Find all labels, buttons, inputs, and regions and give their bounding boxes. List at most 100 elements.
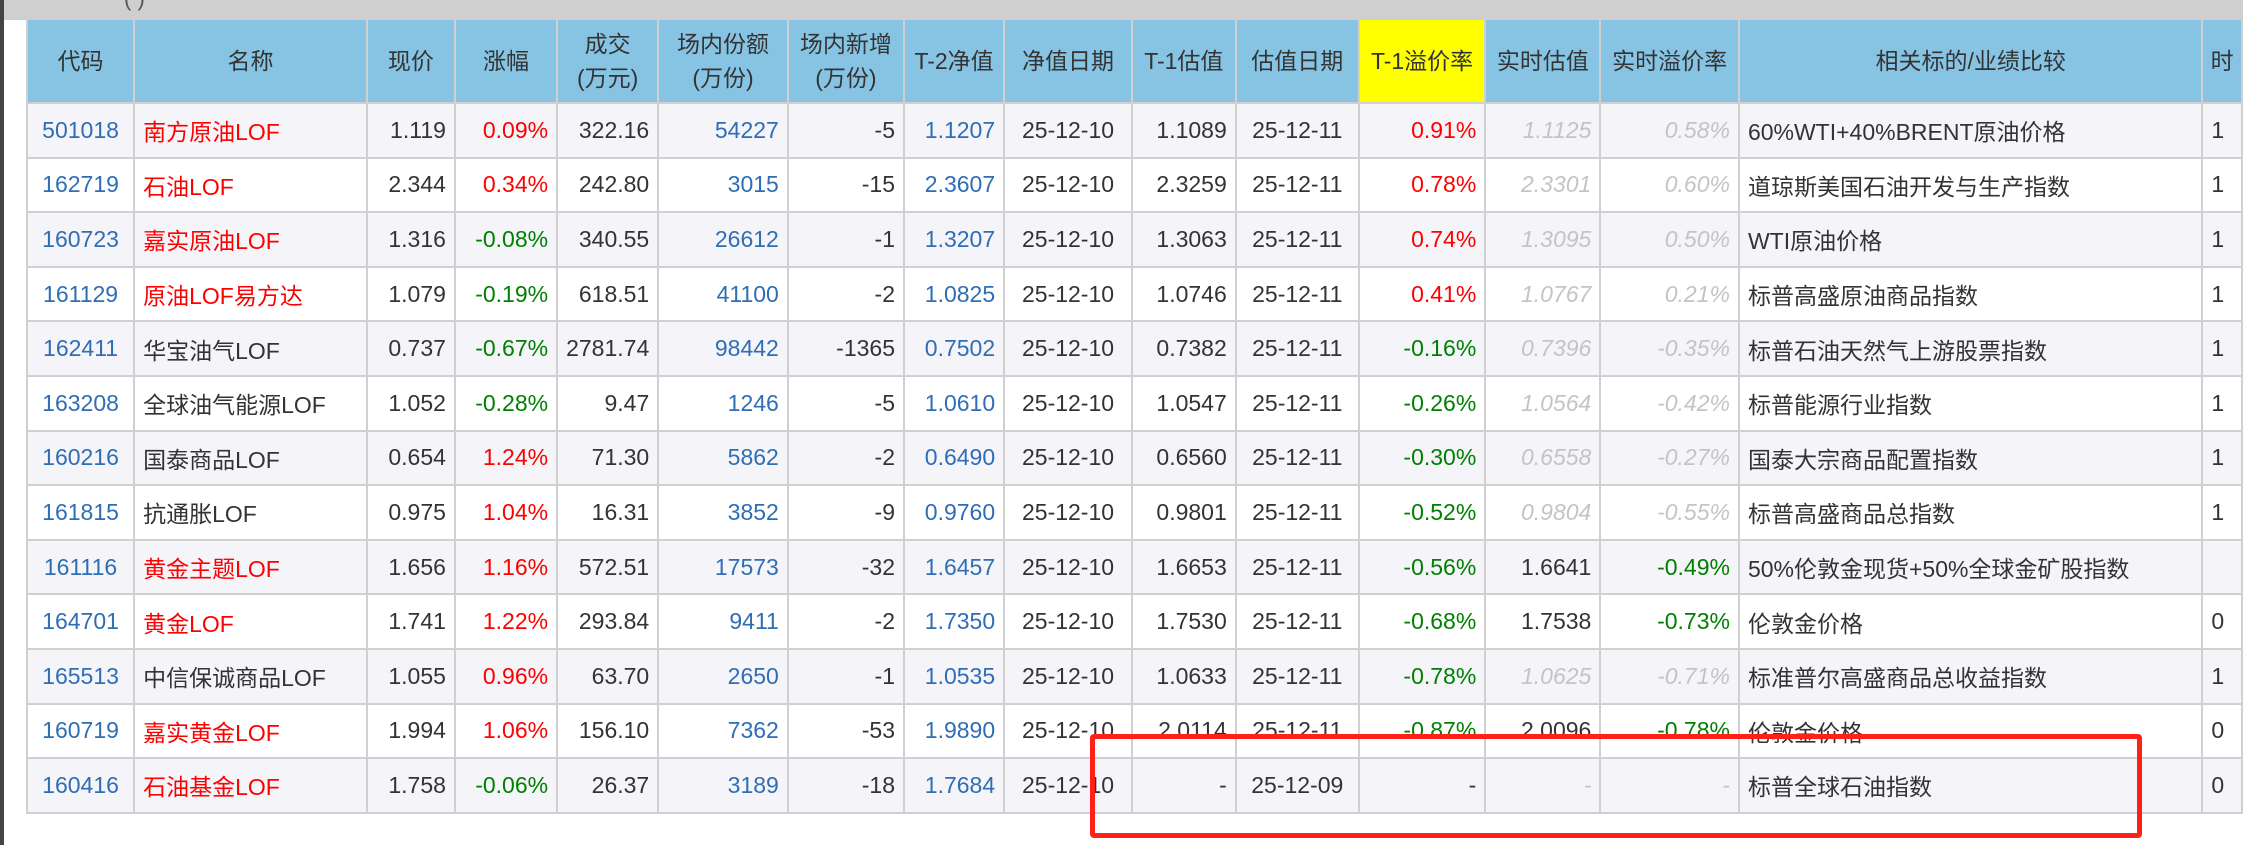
cell-code[interactable]: 161129	[25, 265, 136, 323]
header-price[interactable]: 现价	[365, 20, 456, 104]
header-rt-est[interactable]: 实时估值	[1484, 20, 1602, 104]
cell-nav-t2[interactable]: 1.0825	[902, 265, 1006, 323]
cell-code[interactable]: 162411	[25, 320, 136, 377]
header-code[interactable]: 代码	[25, 20, 136, 104]
cell-shares[interactable]: 17573	[657, 538, 789, 596]
header-nav-t2[interactable]: T-2净值	[902, 20, 1006, 104]
cell-nav-t2[interactable]: 0.7502	[902, 320, 1006, 377]
cell-nav-t2[interactable]: 1.3207	[902, 211, 1006, 268]
cell-code[interactable]: 160416	[25, 757, 136, 814]
cell-name[interactable]: 华宝油气LOF	[133, 320, 368, 377]
cell-change: 1.04%	[453, 484, 559, 541]
cell-shares[interactable]: 5862	[657, 429, 789, 487]
cell-est-t1: 1.7530	[1130, 593, 1237, 650]
cell-code[interactable]: 160216	[25, 429, 136, 487]
cell-code[interactable]: 501018	[25, 102, 136, 159]
cell-nav-t2[interactable]: 1.6457	[902, 538, 1006, 596]
cell-name[interactable]: 石油LOF	[133, 156, 368, 214]
cell-volume: 618.51	[556, 265, 660, 323]
cell-name[interactable]: 南方原油LOF	[133, 102, 368, 159]
cell-change: 1.24%	[453, 429, 559, 487]
cell-code[interactable]: 160719	[25, 702, 136, 760]
cell-name[interactable]: 国泰商品LOF	[133, 429, 368, 487]
header-name[interactable]: 名称	[133, 20, 368, 104]
cell-change: 0.09%	[453, 102, 559, 159]
cell-nav-t2[interactable]: 1.0610	[902, 374, 1006, 432]
cell-benchmark: 标普全球石油指数	[1737, 757, 2204, 814]
cell-rt-est: 1.1125	[1484, 102, 1602, 159]
cell-rt-est: 1.7538	[1484, 593, 1602, 650]
header-est-date[interactable]: 估值日期	[1234, 20, 1360, 104]
cell-nav-t2[interactable]: 1.1207	[902, 102, 1006, 159]
cell-extra: 0	[2201, 593, 2243, 650]
cell-name[interactable]: 全球油气能源LOF	[133, 374, 368, 432]
header-extra[interactable]: 时	[2201, 20, 2243, 104]
cell-code[interactable]: 161815	[25, 484, 136, 541]
cell-shares[interactable]: 3852	[657, 484, 789, 541]
table-row: 160416 石油基金LOF 1.758 -0.06% 26.37 3189 -18 1.76…	[25, 757, 2243, 814]
cell-name[interactable]: 中信保诚商品LOF	[133, 647, 368, 705]
header-est-t1[interactable]: T-1估值	[1130, 20, 1237, 104]
cell-volume: 322.16	[556, 102, 660, 159]
cell-name[interactable]: 黄金主题LOF	[133, 538, 368, 596]
cell-code[interactable]: 164701	[25, 593, 136, 650]
cell-name[interactable]: 石油基金LOF	[133, 757, 368, 814]
cell-name[interactable]: 黄金LOF	[133, 593, 368, 650]
cell-name[interactable]: 抗通胀LOF	[133, 484, 368, 541]
cell-shares[interactable]: 1246	[657, 374, 789, 432]
cell-shares[interactable]: 98442	[657, 320, 789, 377]
cell-premium-t1: 0.91%	[1357, 102, 1487, 159]
cell-est-t1: 1.6653	[1130, 538, 1237, 596]
cell-price: 1.079	[365, 265, 456, 323]
cell-nav-t2[interactable]: 1.9890	[902, 702, 1006, 760]
header-new-shares[interactable]: 场内新增 (万份)	[786, 20, 906, 104]
cell-code[interactable]: 160723	[25, 211, 136, 268]
table-row: 164701 黄金LOF 1.741 1.22% 293.84 9411 -2 1.7350 2…	[25, 593, 2243, 650]
cell-nav-t2[interactable]: 2.3607	[902, 156, 1006, 214]
header-premium-t1[interactable]: T-1溢价率	[1357, 20, 1487, 104]
header-shares[interactable]: 场内份额 (万份)	[657, 20, 789, 104]
cell-premium-t1: 0.78%	[1357, 156, 1487, 214]
cell-code[interactable]: 163208	[25, 374, 136, 432]
cell-code[interactable]: 162719	[25, 156, 136, 214]
cell-nav-t2[interactable]: 0.6490	[902, 429, 1006, 487]
header-rt-premium[interactable]: 实时溢价率	[1599, 20, 1740, 104]
cell-shares[interactable]: 26612	[657, 211, 789, 268]
cell-name[interactable]: 嘉实黄金LOF	[133, 702, 368, 760]
table-row: 163208 全球油气能源LOF 1.052 -0.28% 9.47 1246 -5 1.06…	[25, 374, 2243, 432]
cell-shares[interactable]: 3189	[657, 757, 789, 814]
cell-change: -0.06%	[453, 757, 559, 814]
cell-price: 1.994	[365, 702, 456, 760]
cell-premium-t1: 0.41%	[1357, 265, 1487, 323]
cell-shares[interactable]: 9411	[657, 593, 789, 650]
cell-rt-premium: -0.55%	[1599, 484, 1740, 541]
cell-volume: 63.70	[556, 647, 660, 705]
cell-rt-premium: -0.49%	[1599, 538, 1740, 596]
cell-est-date: 25-12-11	[1234, 156, 1360, 214]
cell-new-shares: -9	[786, 484, 906, 541]
cell-code[interactable]: 161116	[25, 538, 136, 596]
cell-name[interactable]: 嘉实原油LOF	[133, 211, 368, 268]
header-volume[interactable]: 成交 (万元)	[556, 20, 660, 104]
cell-nav-t2[interactable]: 0.9760	[902, 484, 1006, 541]
cell-shares[interactable]: 2650	[657, 647, 789, 705]
cell-price: 1.316	[365, 211, 456, 268]
cell-volume: 16.31	[556, 484, 660, 541]
cell-shares[interactable]: 7362	[657, 702, 789, 760]
cell-price: 1.656	[365, 538, 456, 596]
header-benchmark[interactable]: 相关标的/业绩比较	[1737, 20, 2204, 104]
cell-nav-t2[interactable]: 1.7684	[902, 757, 1006, 814]
cell-nav-t2[interactable]: 1.0535	[902, 647, 1006, 705]
cell-shares[interactable]: 54227	[657, 102, 789, 159]
cell-shares[interactable]: 3015	[657, 156, 789, 214]
cell-est-date: 25-12-11	[1234, 265, 1360, 323]
cell-nav-t2[interactable]: 1.7350	[902, 593, 1006, 650]
cell-price: 2.344	[365, 156, 456, 214]
cell-est-date: 25-12-11	[1234, 320, 1360, 377]
cell-name[interactable]: 原油LOF易方达	[133, 265, 368, 323]
cell-shares[interactable]: 41100	[657, 265, 789, 323]
header-change[interactable]: 涨幅	[453, 20, 559, 104]
cell-est-t1: 1.3063	[1130, 211, 1237, 268]
header-nav-date[interactable]: 净值日期	[1003, 20, 1133, 104]
cell-code[interactable]: 165513	[25, 647, 136, 705]
